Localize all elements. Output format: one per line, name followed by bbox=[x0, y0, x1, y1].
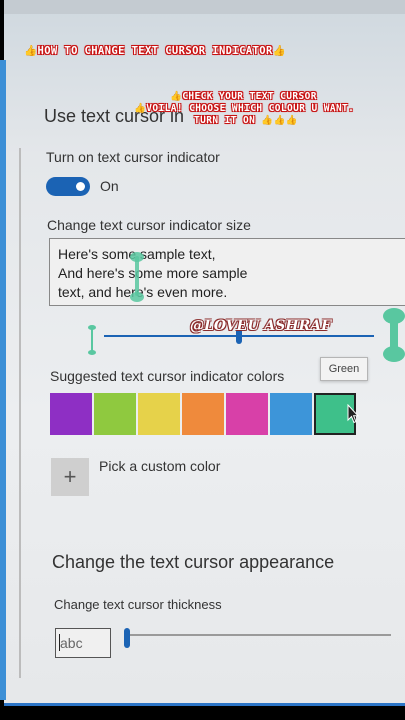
large-size-icon bbox=[383, 308, 405, 362]
bottom-border bbox=[0, 706, 405, 720]
sample-text-box: Here's some sample text, And here's some… bbox=[49, 238, 405, 306]
color-swatch[interactable] bbox=[138, 393, 180, 435]
color-swatch-row bbox=[50, 393, 356, 435]
caption-line-2: 👍VOILA! CHOOSE WHICH COLOUR U WANT. bbox=[134, 103, 355, 114]
sample-line: Here's some sample text, bbox=[58, 246, 216, 262]
window-top-edge bbox=[4, 0, 405, 14]
thickness-label: Change text cursor thickness bbox=[54, 597, 222, 612]
monitor-edge bbox=[0, 60, 6, 700]
thickness-slider-track[interactable] bbox=[128, 634, 391, 636]
toggle-knob bbox=[76, 182, 85, 191]
thumbs-up-icon: 👍 bbox=[134, 103, 147, 114]
custom-color-button[interactable]: + bbox=[51, 458, 89, 496]
thickness-caret bbox=[59, 634, 60, 651]
thumbs-up-icon: 👍 bbox=[24, 45, 38, 57]
color-swatch[interactable] bbox=[226, 393, 268, 435]
caption-line-3: TURN IT ON 👍👍👍 bbox=[194, 115, 299, 126]
colors-label: Suggested text cursor indicator colors bbox=[50, 368, 285, 384]
window-bottom-edge bbox=[4, 678, 405, 706]
color-swatch[interactable] bbox=[50, 393, 92, 435]
cursor-indicator-preview bbox=[130, 252, 144, 302]
thickness-slider-thumb[interactable] bbox=[124, 628, 130, 648]
color-swatch[interactable] bbox=[270, 393, 312, 435]
mouse-pointer-icon bbox=[347, 404, 359, 424]
thumbs-up-icon: 👍 bbox=[170, 91, 183, 102]
color-swatch[interactable] bbox=[182, 393, 224, 435]
thickness-preview: abc bbox=[55, 628, 111, 658]
headline-text: HOW TO CHANGE TEXT CURSOR INDICATOR bbox=[37, 45, 273, 57]
video-headline: 👍HOW TO CHANGE TEXT CURSOR INDICATOR👍 bbox=[24, 44, 286, 57]
cursor-indicator-toggle[interactable] bbox=[46, 177, 90, 196]
plus-icon: + bbox=[63, 464, 77, 489]
caption-line-1: 👍CHECK YOUR TEXT CURSOR bbox=[170, 91, 317, 102]
color-tooltip: Green bbox=[320, 357, 368, 381]
size-label: Change text cursor indicator size bbox=[47, 217, 251, 233]
content-divider bbox=[19, 148, 21, 678]
thumbs-up-icon: 👍👍👍 bbox=[255, 115, 299, 126]
color-swatch[interactable] bbox=[94, 393, 136, 435]
sample-line: text, and here's even more. bbox=[58, 284, 228, 300]
toggle-state-label: On bbox=[100, 178, 119, 194]
appearance-title: Change the text cursor appearance bbox=[52, 552, 335, 572]
watermark: @LOVEU ASHRAF bbox=[190, 318, 332, 334]
thumbs-up-icon: 👍 bbox=[272, 45, 287, 57]
custom-color-label: Pick a custom color bbox=[99, 458, 221, 474]
toggle-label: Turn on text cursor indicator bbox=[46, 149, 220, 165]
small-size-icon bbox=[88, 325, 96, 355]
sample-line: And here's some more sample bbox=[58, 265, 248, 281]
